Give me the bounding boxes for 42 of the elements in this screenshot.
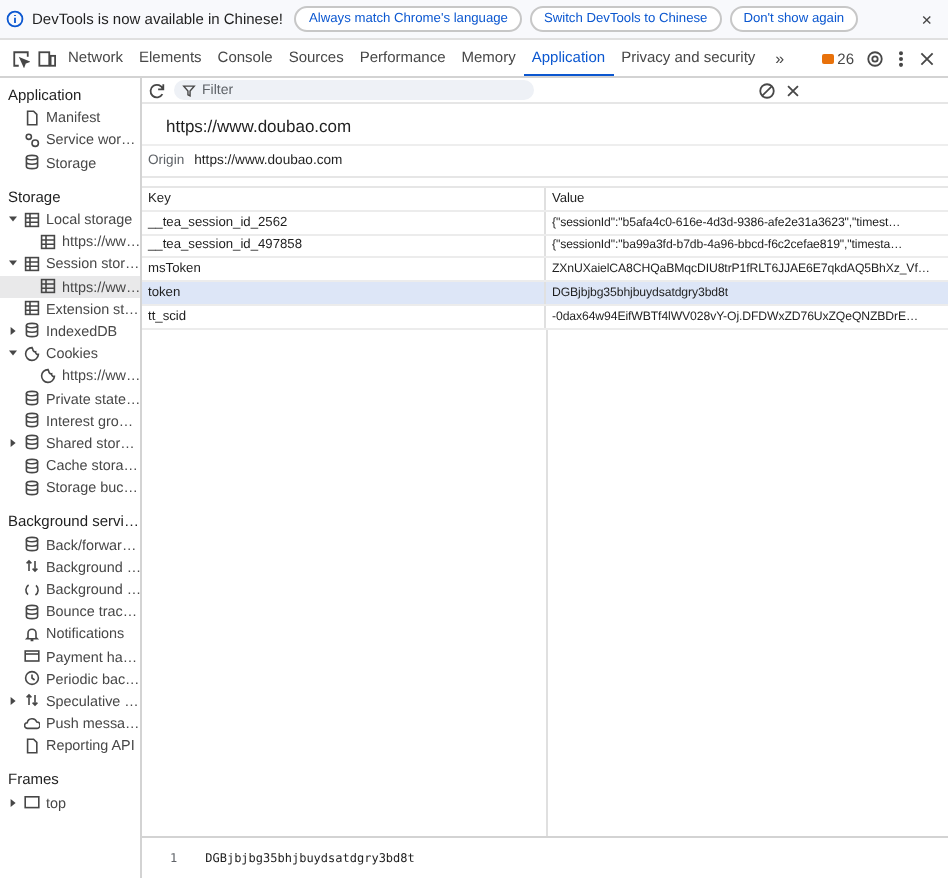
origin-title: https://www.doubao.com — [164, 114, 354, 140]
table-icon — [40, 233, 56, 250]
collapsed-arrow-icon[interactable] — [8, 437, 18, 448]
database-icon — [24, 536, 40, 553]
expanded-arrow-icon[interactable] — [8, 214, 18, 225]
bell-icon — [24, 625, 40, 642]
refresh-icon[interactable] — [148, 81, 166, 99]
arrows-up-down-icon — [24, 558, 40, 575]
table-icon — [24, 211, 40, 228]
settings-icon — [866, 49, 884, 67]
close-icon — [918, 49, 936, 67]
table-icon — [24, 300, 40, 317]
close-button[interactable]: × — [917, 6, 936, 32]
database-icon — [24, 390, 40, 407]
database-icon — [24, 603, 40, 620]
database-icon — [24, 412, 40, 429]
inspect-icon — [12, 49, 30, 67]
table-icon — [40, 278, 56, 295]
document-icon — [24, 109, 40, 126]
database-icon — [24, 434, 40, 451]
card-icon — [24, 648, 40, 665]
arrows-up-down-icon — [24, 692, 40, 709]
collapsed-arrow-icon[interactable] — [8, 695, 18, 706]
cloud-icon — [24, 715, 40, 732]
expanded-arrow-icon[interactable] — [8, 348, 18, 359]
expanded-arrow-icon[interactable] — [8, 258, 18, 269]
info-icon — [6, 10, 24, 28]
collapsed-arrow-icon[interactable] — [8, 797, 18, 808]
close-icon — [784, 81, 802, 99]
database-icon — [24, 154, 40, 171]
clear-icon — [758, 81, 776, 99]
more-tabs-button[interactable]: » — [763, 40, 797, 76]
device-icon — [38, 49, 56, 67]
table-icon — [24, 255, 40, 272]
database-icon — [24, 322, 40, 339]
document-icon — [24, 737, 40, 754]
collapsed-arrow-icon[interactable] — [8, 325, 18, 336]
database-icon — [24, 479, 40, 496]
clock-icon — [24, 670, 40, 687]
database-icon — [24, 457, 40, 474]
issue-icon — [821, 53, 834, 63]
frame-icon — [24, 794, 40, 811]
